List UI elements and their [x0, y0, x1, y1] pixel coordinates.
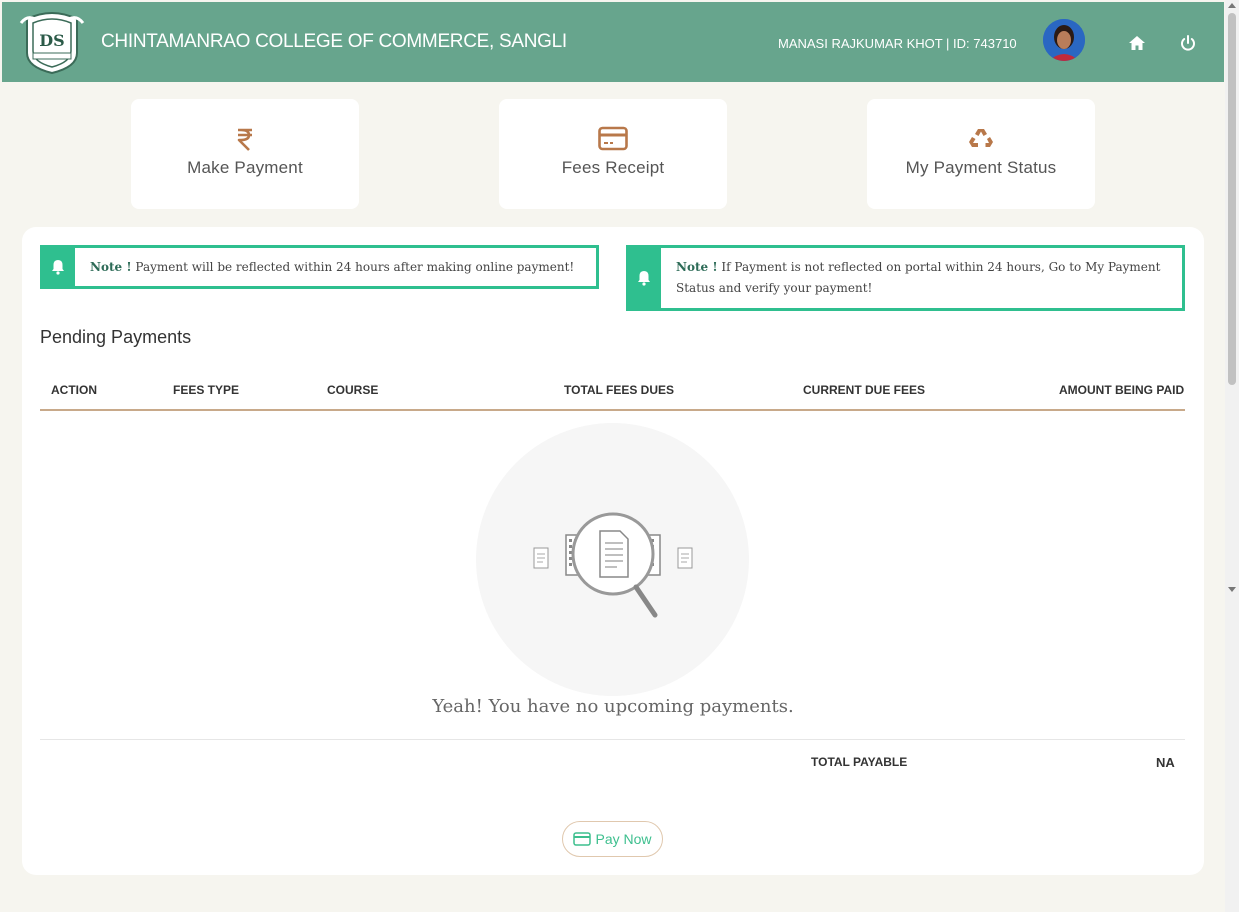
note-text-1: Note ! Payment will be reflected within …: [90, 257, 576, 278]
payments-panel: Note ! Payment will be reflected within …: [22, 227, 1204, 875]
column-header-course: COURSE: [327, 383, 379, 397]
note-message: Payment will be reflected within 24 hour…: [131, 260, 575, 274]
bell-icon: [637, 271, 650, 286]
column-header-total-fees-dues: TOTAL FEES DUES: [564, 383, 675, 397]
college-name: CHINTAMANRAO COLLEGE OF COMMERCE, SANGLI: [101, 31, 567, 52]
total-payable-label: TOTAL PAYABLE: [811, 755, 908, 769]
scroll-down-arrow-icon[interactable]: [1228, 587, 1236, 592]
total-payable-value: NA: [1156, 755, 1175, 770]
column-header-current-due-fees: CURRENT DUE FEES: [803, 383, 926, 397]
svg-text:DS: DS: [39, 31, 64, 50]
power-icon[interactable]: [1178, 33, 1198, 53]
scroll-up-arrow-icon[interactable]: [1228, 3, 1236, 8]
my-payment-status-label: My Payment Status: [905, 158, 1057, 177]
avatar[interactable]: [1043, 19, 1085, 61]
home-icon[interactable]: [1127, 33, 1147, 53]
column-header-action: ACTION: [51, 383, 97, 397]
fees-receipt-label: Fees Receipt: [561, 158, 665, 177]
pay-now-label: Pay Now: [595, 831, 652, 847]
no-records-illustration-icon: [533, 512, 693, 618]
note-alert-1: Note ! Payment will be reflected within …: [40, 245, 599, 289]
user-info: MANASI RAJKUMAR KHOT | ID: 743710: [778, 36, 1017, 51]
scroll-thumb[interactable]: [1228, 13, 1236, 385]
credit-card-icon: [573, 832, 592, 846]
college-logo[interactable]: DS: [19, 9, 85, 75]
pay-now-button[interactable]: Pay Now: [562, 821, 663, 857]
make-payment-tile[interactable]: Make Payment: [131, 99, 359, 209]
fees-receipt-tile[interactable]: Fees Receipt: [499, 99, 727, 209]
empty-state-message: Yeah! You have no upcoming payments.: [432, 696, 794, 717]
pending-payments-title: Pending Payments: [40, 327, 192, 347]
note-label: Note !: [90, 260, 132, 274]
make-payment-label: Make Payment: [187, 158, 303, 177]
top-header: DS CHINTAMANRAO COLLEGE OF COMMERCE, SAN…: [0, 0, 1224, 82]
recycle-icon: [969, 129, 993, 147]
page-scrollbar[interactable]: [1225, 0, 1239, 912]
note-message: If Payment is not reflected on portal wi…: [676, 260, 1161, 295]
note-text-2: Note ! If Payment is not reflected on po…: [676, 257, 1162, 299]
credit-card-icon: [598, 126, 628, 151]
my-payment-status-tile[interactable]: My Payment Status: [867, 99, 1095, 209]
total-divider: [40, 739, 1185, 740]
rupee-icon: [237, 128, 252, 151]
note-alert-2: Note ! If Payment is not reflected on po…: [626, 245, 1185, 311]
column-header-amount-being-paid: AMOUNT BEING PAID: [1059, 383, 1185, 397]
table-header-divider: [40, 409, 1185, 411]
bell-icon: [51, 260, 64, 275]
column-header-fees-type: FEES TYPE: [173, 383, 240, 397]
note-label: Note !: [676, 260, 718, 274]
